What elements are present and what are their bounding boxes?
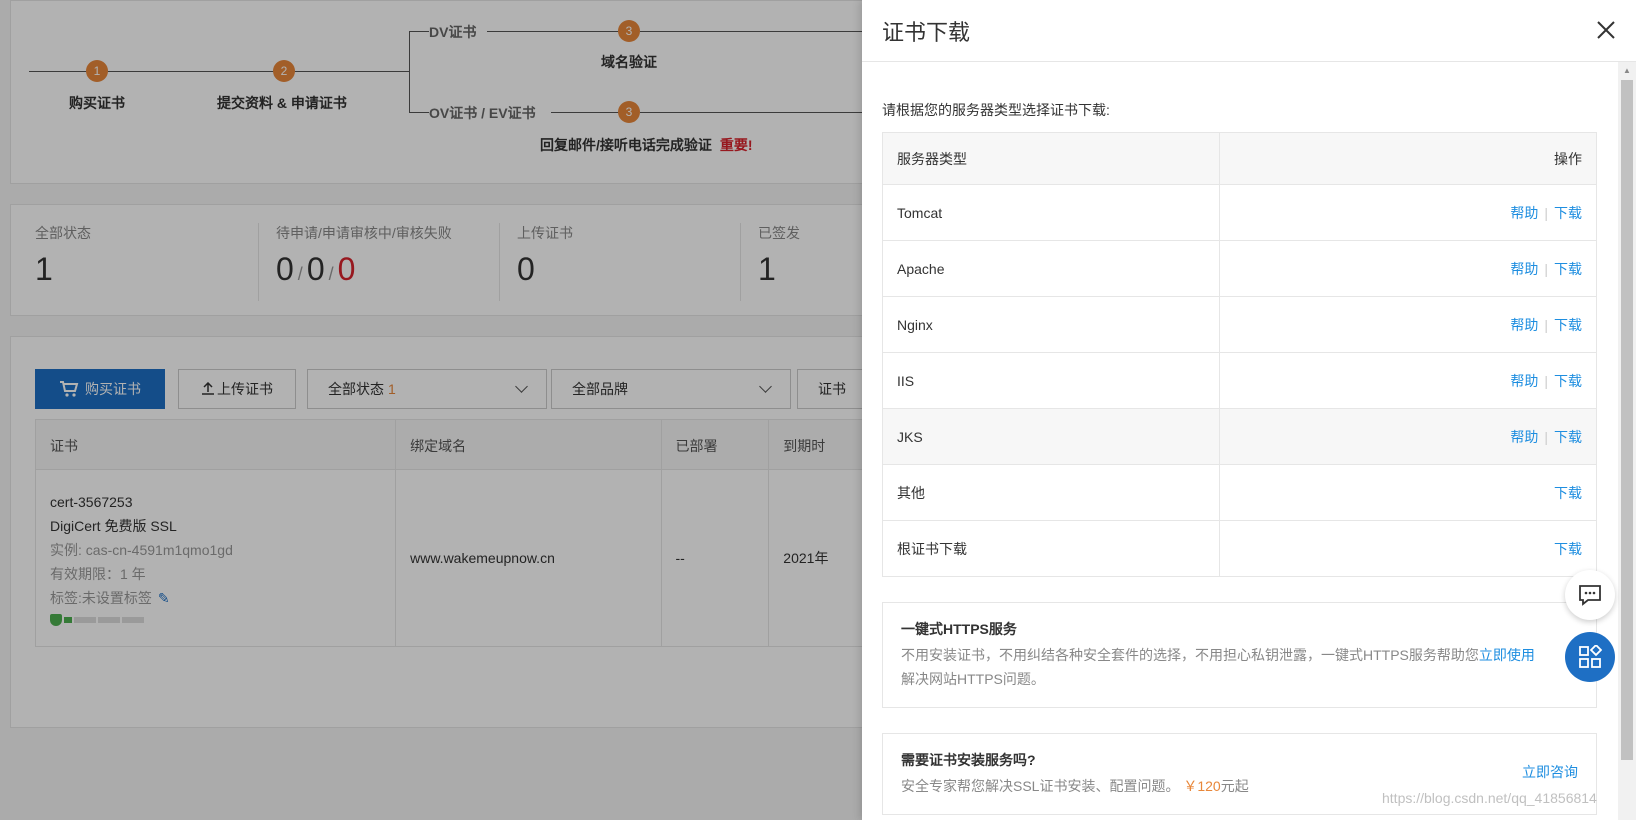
drawer-body: 请根据您的服务器类型选择证书下载: 服务器类型 操作 Tomcat 帮助 | 下载 …: [862, 62, 1616, 820]
download-link[interactable]: 下载: [1554, 485, 1582, 501]
https-service-card: 一键式HTTPS服务 不用安装证书，不用纠结各种安全套件的选择，不用担心私钥泄露…: [882, 602, 1597, 708]
action-cell: 帮助 | 下载: [1219, 408, 1597, 465]
scroll-up-arrow-icon[interactable]: ▲: [1618, 62, 1636, 78]
download-link[interactable]: 下载: [1554, 205, 1582, 221]
server-name: 根证书下载: [882, 520, 1220, 577]
action-cell: 帮助 | 下载: [1219, 240, 1597, 297]
consult-now-link[interactable]: 立即咨询: [1522, 762, 1578, 782]
drawer-scrollbar[interactable]: ▲: [1618, 62, 1636, 820]
server-name: Apache: [882, 240, 1220, 297]
modal-overlay[interactable]: [0, 0, 862, 820]
https-use-now-link[interactable]: 立即使用: [1479, 647, 1535, 663]
table-row: Tomcat 帮助 | 下载: [882, 184, 1597, 241]
chat-icon: [1579, 585, 1601, 606]
help-link[interactable]: 帮助: [1510, 205, 1538, 221]
action-cell: 帮助 | 下载: [1219, 184, 1597, 241]
watermark: https://blog.csdn.net/qq_41856814: [1382, 790, 1597, 806]
server-type-table: 服务器类型 操作 Tomcat 帮助 | 下载 Apache 帮助 | 下载 Nginx…: [882, 132, 1597, 577]
action-cell: 帮助 | 下载: [1219, 352, 1597, 409]
certificate-download-drawer: 证书下载 请根据您的服务器类型选择证书下载: 服务器类型 操作 Tomcat 帮…: [862, 0, 1636, 820]
install-card-title: 需要证书安装服务吗?: [901, 752, 1036, 768]
server-name: JKS: [882, 408, 1220, 465]
drawer-header: 证书下载: [862, 0, 1636, 62]
download-link[interactable]: 下载: [1554, 261, 1582, 277]
server-name: Nginx: [882, 296, 1220, 353]
help-link[interactable]: 帮助: [1510, 317, 1538, 333]
https-card-desc: 不用安装证书，不用纠结各种安全套件的选择，不用担心私钥泄露，一键式HTTPS服务…: [901, 647, 1535, 687]
download-link[interactable]: 下载: [1554, 429, 1582, 445]
table-row: Nginx 帮助 | 下载: [882, 296, 1597, 353]
download-link[interactable]: 下载: [1554, 373, 1582, 389]
server-table-header: 服务器类型 操作: [882, 132, 1597, 185]
action-cell: 帮助 | 下载: [1219, 296, 1597, 353]
col-header-action: 操作: [1219, 132, 1597, 185]
col-header-server-type: 服务器类型: [882, 132, 1220, 185]
apps-button[interactable]: [1565, 632, 1615, 682]
table-row: Apache 帮助 | 下载: [882, 240, 1597, 297]
table-row: IIS 帮助 | 下载: [882, 352, 1597, 409]
close-icon[interactable]: [1596, 16, 1616, 46]
download-link[interactable]: 下载: [1554, 541, 1582, 557]
table-row: JKS 帮助 | 下载: [882, 408, 1597, 465]
server-name: Tomcat: [882, 184, 1220, 241]
table-row: 其他 下载: [882, 464, 1597, 521]
drawer-intro: 请根据您的服务器类型选择证书下载:: [882, 102, 1110, 118]
apps-grid-icon: [1579, 645, 1602, 668]
help-link[interactable]: 帮助: [1510, 429, 1538, 445]
server-name: 其他: [882, 464, 1220, 521]
action-cell: 下载: [1219, 464, 1597, 521]
drawer-title: 证书下载: [882, 19, 971, 45]
download-link[interactable]: 下载: [1554, 317, 1582, 333]
help-link[interactable]: 帮助: [1510, 261, 1538, 277]
help-link[interactable]: 帮助: [1510, 373, 1538, 389]
scrollbar-thumb[interactable]: [1621, 80, 1633, 760]
action-cell: 下载: [1219, 520, 1597, 577]
chat-button[interactable]: [1565, 570, 1615, 620]
server-name: IIS: [882, 352, 1220, 409]
https-card-title: 一键式HTTPS服务: [901, 621, 1017, 637]
table-row: 根证书下载 下载: [882, 520, 1597, 577]
